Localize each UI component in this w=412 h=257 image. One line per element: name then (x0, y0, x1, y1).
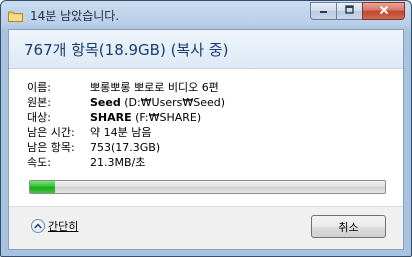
destination-path: (F:₩SHARE) (131, 111, 202, 124)
source-label: 원본: (27, 96, 51, 109)
folder-icon (8, 7, 23, 22)
items-remaining-row: 남은 항목: 753(17.3GB) (27, 140, 225, 155)
copy-dialog: 14분 남았습니다. 767개 항목(18.9GB) (복사 중) 이름: 뽀롱… (0, 0, 412, 257)
destination-row: 대상: SHARE (F:₩SHARE) (27, 110, 225, 125)
fewer-details-toggle[interactable]: 간단히 (31, 218, 78, 234)
close-button[interactable] (362, 2, 405, 20)
speed-row: 속도: 21.3MB/초 (27, 155, 225, 170)
name-row: 이름: 뽀롱뽀롱 뽀로로 비디오 6편 (27, 80, 225, 95)
speed-label: 속도: (27, 156, 51, 169)
source-row: 원본: Seed (D:₩Users₩Seed) (27, 95, 225, 110)
items-remaining-label: 남은 항목: (27, 141, 75, 154)
copy-summary: 767개 항목(18.9GB) (복사 중) (24, 41, 229, 59)
chevron-up-icon (31, 219, 45, 233)
time-remaining-row: 남은 시간: 약 14분 남음 (27, 125, 225, 140)
speed-value: 21.3MB/초 (90, 156, 146, 169)
maximize-icon (345, 5, 354, 17)
source-value[interactable]: Seed (D:₩Users₩Seed) (90, 95, 225, 110)
dialog-content: 767개 항목(18.9GB) (복사 중) 이름: 뽀롱뽀롱 뽀로로 비디오 … (8, 29, 404, 250)
time-remaining-value: 약 14분 남음 (90, 126, 152, 139)
progress-bar (29, 180, 386, 194)
close-icon (379, 4, 389, 18)
destination-label: 대상: (27, 111, 51, 124)
destination-value[interactable]: SHARE (F:₩SHARE) (90, 110, 201, 125)
maximize-button[interactable] (336, 2, 362, 20)
minimize-button[interactable] (310, 2, 336, 20)
time-remaining-label: 남은 시간: (27, 126, 75, 139)
name-value: 뽀롱뽀롱 뽀로로 비디오 6편 (90, 81, 219, 94)
minimize-icon (319, 5, 328, 17)
dialog-footer: 간단히 취소 (9, 206, 403, 249)
caption-buttons (310, 2, 405, 20)
title-bar[interactable]: 14분 남았습니다. (1, 1, 411, 29)
destination-name: SHARE (90, 111, 132, 124)
source-path: (D:₩Users₩Seed) (120, 96, 226, 109)
fewer-details-label: 간단히 (48, 220, 79, 233)
details-panel: 이름: 뽀롱뽀롱 뽀로로 비디오 6편 원본: Seed (D:₩Users₩S… (27, 80, 225, 170)
progress-fill (30, 181, 55, 193)
items-remaining-value: 753(17.3GB) (90, 141, 161, 154)
cancel-button[interactable]: 취소 (311, 215, 386, 238)
source-name: Seed (90, 96, 121, 109)
name-label: 이름: (27, 81, 51, 94)
summary-band: 767개 항목(18.9GB) (복사 중) (9, 30, 403, 69)
window-title: 14분 남았습니다. (30, 9, 120, 23)
